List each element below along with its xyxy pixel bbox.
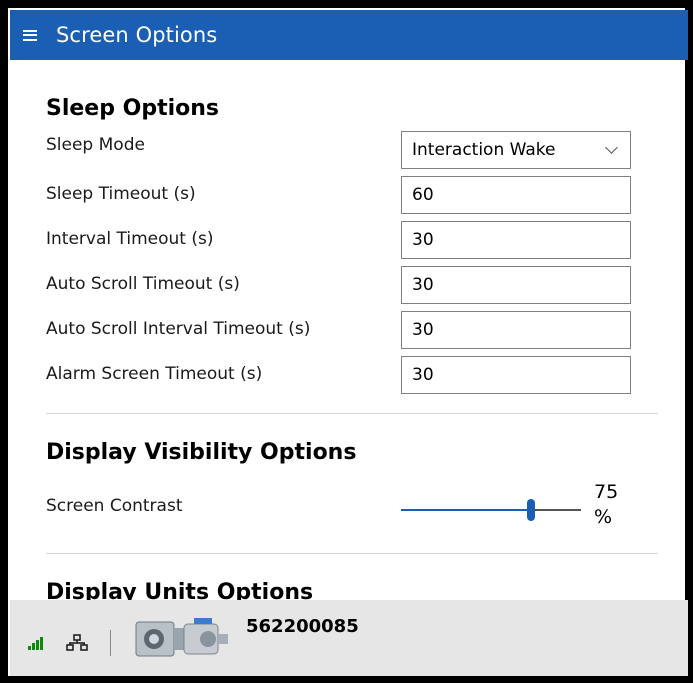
sleep-timeout-input[interactable]: 60 (401, 176, 631, 214)
interval-timeout-input[interactable]: 30 (401, 221, 631, 259)
hamburger-menu-button[interactable] (10, 10, 50, 60)
slider-fill (401, 509, 531, 511)
alarm-screen-timeout-label: Alarm Screen Timeout (s) (46, 364, 263, 384)
auto-scroll-timeout-row: Auto Scroll Timeout (s) 30 (46, 266, 658, 306)
sleep-timeout-row: Sleep Timeout (s) 60 (46, 176, 658, 216)
status-separator (110, 630, 111, 656)
status-bar: 562200085 (10, 600, 688, 676)
signal-strength-icon (28, 636, 48, 650)
actuator-device-icon (135, 618, 228, 657)
alarm-screen-timeout-row: Alarm Screen Timeout (s) 30 (46, 356, 658, 396)
sleep-mode-label: Sleep Mode (46, 135, 145, 155)
auto-scroll-interval-timeout-input[interactable]: 30 (401, 311, 631, 349)
auto-scroll-interval-timeout-row: Auto Scroll Interval Timeout (s) 30 (46, 311, 658, 351)
contrast-unit: % (594, 506, 613, 528)
sleep-timeout-label: Sleep Timeout (s) (46, 184, 196, 204)
sleep-mode-row: Sleep Mode Interaction Wake (46, 131, 658, 171)
screen-contrast-row: Screen Contrast 75 % (46, 480, 658, 535)
interval-timeout-label: Interval Timeout (s) (46, 229, 214, 249)
title-bar: Screen Options (10, 10, 688, 60)
network-icon (66, 634, 88, 651)
auto-scroll-timeout-label: Auto Scroll Timeout (s) (46, 274, 240, 294)
alarm-screen-timeout-input[interactable]: 30 (401, 356, 631, 394)
section-divider (46, 553, 658, 554)
screen-contrast-slider[interactable] (401, 499, 581, 521)
interval-timeout-row: Interval Timeout (s) 30 (46, 221, 658, 261)
sleep-mode-value: Interaction Wake (412, 140, 556, 160)
section-divider (46, 413, 658, 414)
sleep-options-heading: Sleep Options (46, 96, 220, 121)
contrast-number: 75 (594, 481, 619, 503)
page-title: Screen Options (56, 23, 218, 47)
device-serial-number: 562200085 (246, 616, 359, 637)
chevron-down-icon (605, 141, 618, 154)
screen-contrast-label: Screen Contrast (46, 496, 183, 516)
screen-contrast-value: 75 % (594, 480, 618, 530)
display-visibility-heading: Display Visibility Options (46, 440, 357, 465)
auto-scroll-timeout-input[interactable]: 30 (401, 266, 631, 304)
hamburger-menu-icon (23, 29, 37, 41)
sleep-mode-select[interactable]: Interaction Wake (401, 131, 631, 169)
slider-thumb[interactable] (527, 499, 535, 521)
auto-scroll-interval-timeout-label: Auto Scroll Interval Timeout (s) (46, 319, 311, 339)
